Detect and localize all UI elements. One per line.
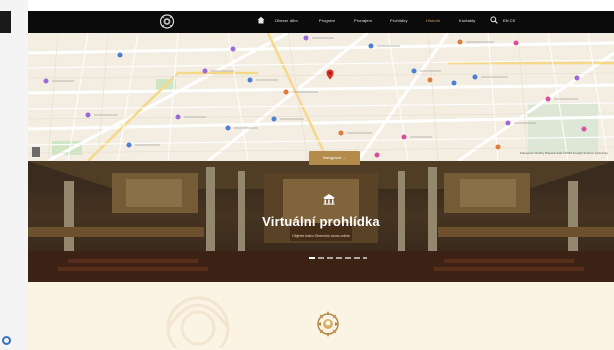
home-icon[interactable] <box>257 16 265 24</box>
nav-item-pronajem[interactable]: Pronájem <box>354 18 372 23</box>
map-canvas[interactable] <box>28 33 614 161</box>
nav-item-prohlidky[interactable]: Prohlídky <box>390 18 408 23</box>
navigate-button[interactable]: Navigovat → <box>309 151 360 165</box>
carousel-dots[interactable] <box>309 256 367 260</box>
top-navbar: Obecní dům Program Pronájem Prohlídky Hi… <box>28 11 614 33</box>
map-zoom-control[interactable] <box>32 147 40 157</box>
map-embed[interactable] <box>28 33 614 161</box>
nav-item-kontakty[interactable]: Kontakty <box>459 18 475 23</box>
language-switcher[interactable]: EN CS <box>503 18 515 23</box>
arrow-right-icon: → <box>341 155 346 160</box>
search-icon[interactable] <box>490 16 498 24</box>
refresh-icon[interactable] <box>2 336 11 345</box>
sidebar-dark-block <box>0 11 11 33</box>
page: Obecní dům Program Pronájem Prohlídky Hi… <box>28 0 614 350</box>
virtual-tour-title[interactable]: Virtuální prohlídka <box>28 214 614 229</box>
virtual-tour-banner[interactable]: Virtuální prohlídka Objevte krásu Obecní… <box>28 161 614 282</box>
emblem-icon <box>317 311 339 337</box>
virtual-tour-subtitle: Objevte krásu Obecního domu online <box>292 234 350 238</box>
location-pin-icon[interactable] <box>326 69 334 80</box>
navigate-button-label: Navigovat <box>323 155 341 160</box>
intro-section <box>28 282 614 350</box>
nav-item-historie[interactable]: Historie <box>426 18 440 23</box>
nav-item-program[interactable]: Program <box>319 18 335 23</box>
virtual-tour-icon <box>323 194 335 205</box>
nav-item-obecni-dum[interactable]: Obecní dům <box>275 18 298 23</box>
map-attribution: Klávesové zkratky Mapová data ©2024 Goog… <box>519 151 608 155</box>
ornament-watermark-icon <box>166 296 230 348</box>
left-sidebar-strip <box>0 0 29 350</box>
logo-emblem-icon[interactable] <box>159 13 175 30</box>
page-top-gap <box>28 0 614 11</box>
